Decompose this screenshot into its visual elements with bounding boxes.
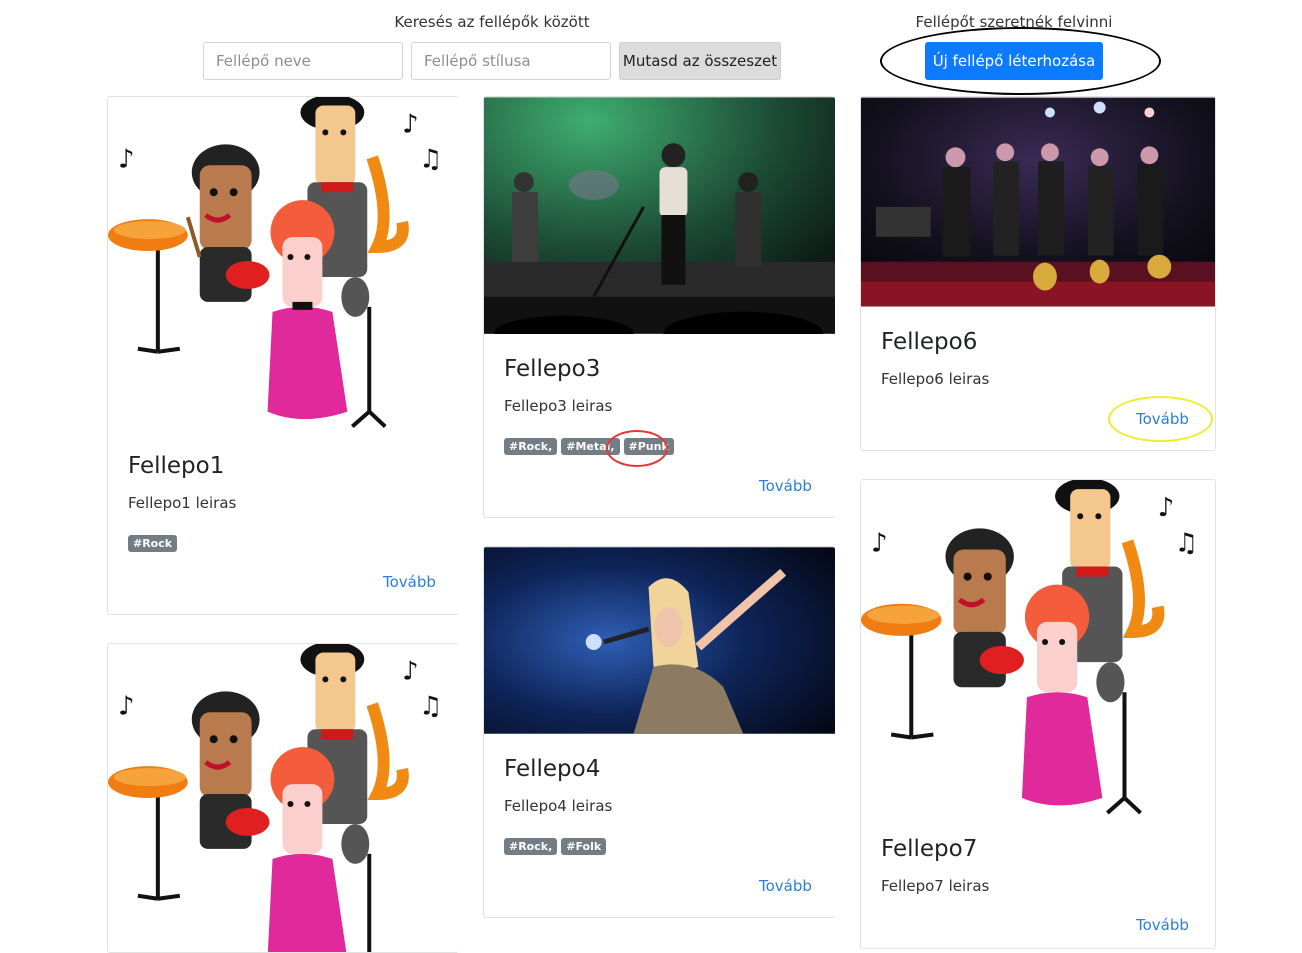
svg-text:♪: ♪ [118,691,135,721]
more-link[interactable]: Tovább [759,477,812,495]
performer-card: Fellepo3 Fellepo3 leiras #Rock, #Metal, … [483,96,835,518]
svg-text:♪: ♪ [871,528,888,558]
performer-name-input[interactable] [203,42,403,80]
tag-list: #Rock, #Folk [504,838,607,855]
svg-text:♫: ♫ [419,144,442,174]
card-image-cartoon-band: ♪ ♪ ♫ [108,97,459,429]
create-label: Fellépőt szeretnék felvinni [915,13,1113,31]
tag-list: #Rock [128,535,178,552]
svg-text:♫: ♫ [419,691,442,721]
show-all-button[interactable]: Mutasd az összeszet [619,42,781,80]
more-link[interactable]: Tovább [1136,410,1189,428]
card-title: Fellepo7 [881,836,978,862]
card-description: Fellepo7 leiras [881,877,990,895]
card-title: Fellepo6 [881,329,978,355]
tag-badge: #Folk [561,838,607,855]
card-image-concert-stage [484,97,835,334]
tag-badge: #Rock, [504,838,558,855]
card-image-cartoon-band: ♪ ♪ ♫ [108,644,459,952]
card-title: Fellepo4 [504,756,601,782]
more-link[interactable]: Tovább [1136,916,1189,934]
performer-card: ♪ ♪ ♫ Fellepo7 Fellepo7 leiras Tovább [860,479,1216,949]
tag-badge: #Rock [128,535,178,552]
svg-text:♪: ♪ [402,109,419,139]
tag-badge: #Rock, [504,438,558,455]
performer-card: ♪ ♪ ♫ [107,643,459,953]
performer-card: Fellepo6 Fellepo6 leiras Tovább [860,96,1216,451]
performer-style-input[interactable] [411,42,611,80]
card-description: Fellepo3 leiras [504,397,613,415]
card-title: Fellepo3 [504,356,601,382]
more-link[interactable]: Tovább [383,573,436,591]
tag-badge: #Punk [623,438,674,455]
svg-text:♪: ♪ [1158,493,1175,523]
search-label: Keresés az fellépők között [394,13,590,31]
card-description: Fellepo4 leiras [504,797,613,815]
svg-text:♪: ♪ [402,656,419,686]
card-title: Fellepo1 [128,453,225,479]
more-link[interactable]: Tovább [759,877,812,895]
svg-text:♫: ♫ [1175,528,1198,558]
performer-card: ♪ ♪ ♫ Fellepo1 Fellepo1 leiras #Rock Tov… [107,96,459,615]
performer-card: Fellepo4 Fellepo4 leiras #Rock, #Folk To… [483,546,835,918]
card-description: Fellepo1 leiras [128,494,237,512]
new-performer-button[interactable]: Új fellépő léterhozása [925,42,1103,80]
card-image-brass-band-stage [861,97,1215,307]
card-image-cartoon-band: ♪ ♪ ♫ [861,480,1215,815]
tag-list: #Rock, #Metal, #Punk [504,438,674,455]
tag-badge: #Metal, [561,438,620,455]
card-image-singer-microphone [484,547,835,734]
card-description: Fellepo6 leiras [881,370,990,388]
svg-text:♪: ♪ [118,144,135,174]
